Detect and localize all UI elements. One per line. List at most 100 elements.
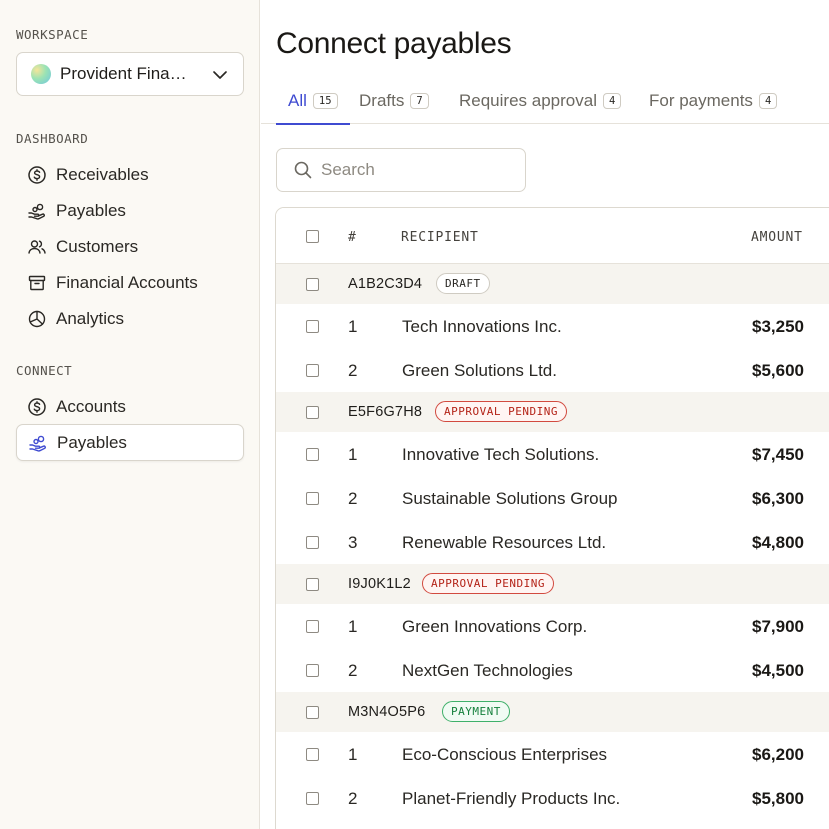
pie-chart-icon (28, 310, 46, 328)
group-checkbox[interactable] (306, 578, 319, 591)
amount-value: $3,250 (752, 317, 804, 336)
row-checkbox[interactable] (306, 320, 319, 333)
tab-count: 15 (312, 93, 338, 109)
recipient-name: Eco-Conscious Enterprises (402, 745, 608, 764)
table-row[interactable]: 2 Sustainable Solutions Group $6,300 (276, 476, 829, 520)
row-index: 3 (348, 533, 358, 552)
group-row[interactable]: A1B2C3D4 DRAFT (276, 264, 829, 304)
sidebar-item-analytics[interactable]: Analytics (16, 301, 244, 337)
dollar-circle-icon (28, 166, 46, 184)
hand-coins-icon (29, 435, 46, 452)
main-content: Connect payables All 15 Drafts 7 Require… (261, 0, 829, 829)
amount-value: $4,500 (752, 661, 804, 680)
row-index: 2 (348, 361, 358, 380)
sidebar-item-label: Analytics (56, 309, 125, 328)
row-checkbox[interactable] (306, 748, 319, 761)
sidebar-item-label: Payables (57, 432, 127, 452)
sidebar-item-label: Payables (56, 201, 126, 220)
table-row[interactable]: 1 Green Innovations Corp. $7,900 (276, 604, 829, 648)
amount-value: $5,600 (752, 361, 804, 380)
row-index: 2 (348, 489, 358, 508)
table-row[interactable]: 1 Tech Innovations Inc. $3,250 (276, 304, 829, 348)
workspace-section-label: WORKSPACE (16, 27, 89, 42)
column-header-recipient: RECIPIENT (401, 230, 479, 245)
recipient-name: Green Solutions Ltd. (402, 361, 557, 380)
row-index: 2 (348, 789, 358, 808)
sidebar-item-financial-accounts[interactable]: Financial Accounts (16, 265, 244, 301)
sidebar-item-accounts[interactable]: Accounts (16, 389, 244, 425)
group-id: I9J0K1L2 (348, 576, 411, 592)
connect-section-label: CONNECT (16, 363, 73, 378)
table-row[interactable]: 1 Innovative Tech Solutions. $7,450 (276, 432, 829, 476)
tab-bar: All 15 Drafts 7 Requires approval 4 For … (261, 78, 829, 125)
hand-coins-icon (28, 203, 45, 220)
row-checkbox[interactable] (306, 364, 319, 377)
sidebar-item-label: Financial Accounts (56, 273, 198, 292)
table-row[interactable]: 2 Green Solutions Ltd. $5,600 (276, 348, 829, 392)
tab-count: 7 (410, 93, 429, 109)
amount-value: $7,900 (752, 617, 804, 636)
tab-label: All (288, 91, 307, 110)
row-index: 1 (348, 445, 358, 464)
row-checkbox[interactable] (306, 536, 319, 549)
sidebar-item-payables[interactable]: Payables (16, 193, 244, 229)
tab-label: Drafts (359, 91, 405, 110)
recipient-name: Sustainable Solutions Group (402, 489, 618, 508)
row-index: 1 (348, 617, 358, 636)
recipient-name: Planet-Friendly Products Inc. (402, 789, 621, 808)
table-row[interactable]: 3 Renewable Resources Ltd. $4,800 (276, 520, 829, 564)
group-checkbox[interactable] (306, 406, 319, 419)
table-header-row: # RECIPIENT AMOUNT (276, 208, 829, 264)
recipient-name: Innovative Tech Solutions. (402, 445, 600, 464)
row-checkbox[interactable] (306, 448, 319, 461)
amount-value: $5,800 (752, 789, 804, 808)
table-row[interactable]: 2 NextGen Technologies $4,500 (276, 648, 829, 692)
group-row[interactable]: I9J0K1L2 APPROVAL PENDING (276, 564, 829, 604)
workspace-select[interactable]: Provident Financial (16, 52, 244, 96)
table-row[interactable]: 2 Planet-Friendly Products Inc. $5,800 (276, 776, 829, 820)
amount-value: $6,200 (752, 745, 804, 764)
search-input[interactable] (321, 160, 511, 180)
tab-requires-approval[interactable]: Requires approval 4 (459, 78, 622, 124)
sidebar-item-label: Accounts (56, 397, 126, 416)
group-row[interactable]: M3N4O5P6 PAYMENT (276, 692, 829, 732)
archive-box-icon (28, 275, 46, 291)
sidebar-item-receivables[interactable]: Receivables (16, 157, 244, 193)
column-header-amount: AMOUNT (751, 230, 803, 245)
sidebar-item-label: Receivables (56, 165, 149, 184)
dashboard-section-label: DASHBOARD (16, 131, 89, 146)
group-row[interactable]: E5F6G7H8 APPROVAL PENDING (276, 392, 829, 432)
table-row[interactable]: 1 Eco-Conscious Enterprises $6,200 (276, 732, 829, 776)
group-checkbox[interactable] (306, 278, 319, 291)
search-box[interactable] (276, 148, 526, 192)
row-index: 1 (348, 745, 358, 764)
row-checkbox[interactable] (306, 792, 319, 805)
payables-table: # RECIPIENT AMOUNT A1B2C3D4 DRAFT 1 Tech In… (275, 207, 829, 829)
recipient-name: Tech Innovations Inc. (402, 317, 562, 336)
row-checkbox[interactable] (306, 620, 319, 633)
group-checkbox[interactable] (306, 706, 319, 719)
users-icon (28, 240, 46, 254)
column-header-index: # (348, 230, 357, 245)
status-badge: DRAFT (436, 273, 490, 294)
sidebar-item-label: Customers (56, 237, 139, 256)
recipient-name: NextGen Technologies (402, 661, 573, 680)
row-checkbox[interactable] (306, 664, 319, 677)
amount-value: $6,300 (752, 489, 804, 508)
tab-drafts[interactable]: Drafts 7 (359, 78, 429, 124)
group-id: M3N4O5P6 (348, 704, 426, 720)
tab-for-payments[interactable]: For payments 4 (649, 78, 778, 124)
group-id: E5F6G7H8 (348, 404, 423, 420)
row-checkbox[interactable] (306, 492, 319, 505)
recipient-name: Green Innovations Corp. (402, 617, 588, 636)
sidebar-item-connect-payables[interactable]: Payables (16, 424, 244, 461)
sidebar: WORKSPACE Provident Financial DASHBOARD … (0, 0, 260, 829)
sidebar-item-customers[interactable]: Customers (16, 229, 244, 265)
tab-all[interactable]: All 15 (276, 78, 350, 125)
workspace-name: Provident Financial (60, 64, 192, 83)
status-badge: APPROVAL PENDING (435, 401, 567, 422)
tab-count: 4 (758, 93, 778, 109)
select-all-checkbox[interactable] (306, 230, 319, 243)
group-id: A1B2C3D4 (348, 276, 423, 292)
chevron-down-icon (213, 71, 227, 79)
